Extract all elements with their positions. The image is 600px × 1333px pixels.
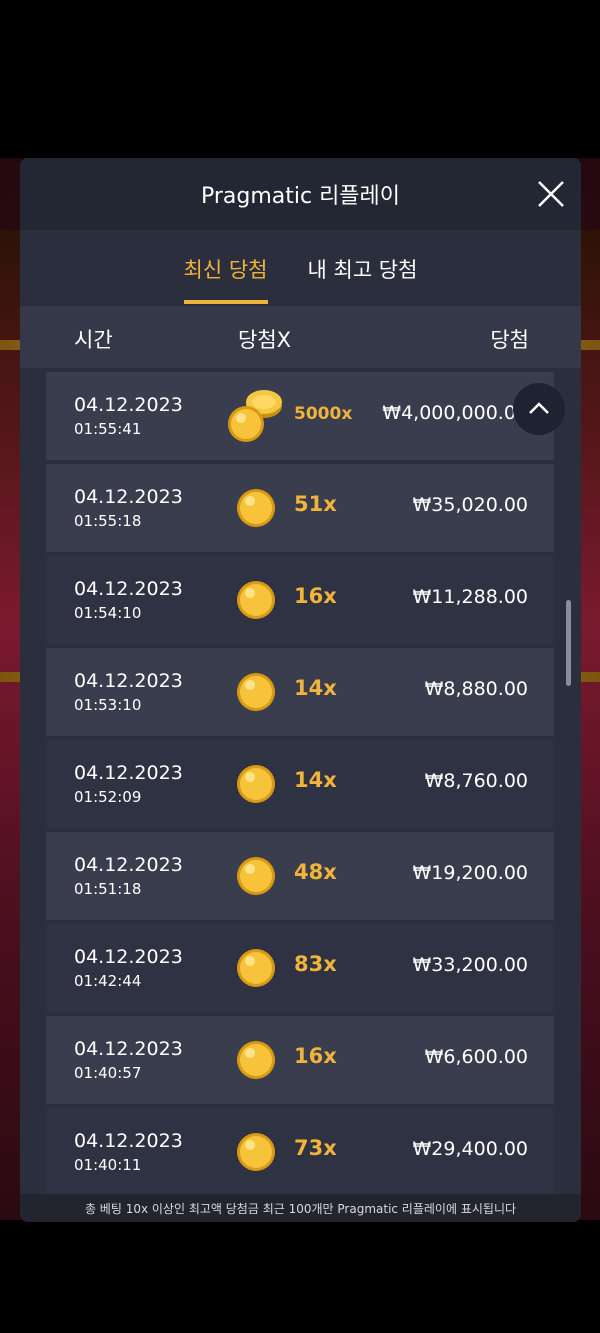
scrollbar-thumb[interactable] [566, 600, 571, 686]
row-multiplier: 14x [294, 768, 337, 792]
row-multiplier: 73x [294, 1136, 337, 1160]
row-multiplier: 51x [294, 492, 337, 516]
list-item[interactable]: 04.12.2023 01:52:09 14x ₩8,760.00 [46, 740, 554, 828]
column-time: 시간 [74, 328, 113, 352]
coin-icon [237, 765, 275, 803]
game-reel-left [0, 230, 22, 1220]
screen-bottom-black [0, 1220, 600, 1333]
list-item[interactable]: 04.12.2023 01:40:57 16x ₩6,600.00 [46, 1016, 554, 1104]
tab-my-best-wins[interactable]: 내 최고 당첨 [308, 230, 418, 306]
row-time: 01:55:18 [74, 512, 142, 530]
row-time: 01:40:11 [74, 1156, 142, 1174]
modal-header: Pragmatic 리플레이 [20, 158, 581, 230]
row-amount: ₩6,600.00 [424, 1046, 528, 1068]
replay-modal: Pragmatic 리플레이 최신 당첨 내 최고 당첨 시간 당첨X 당첨 0… [20, 158, 581, 1222]
row-date: 04.12.2023 [74, 578, 183, 600]
coin-icon [237, 857, 275, 895]
row-multiplier: 48x [294, 860, 337, 884]
row-amount: ₩4,000,000.00 [382, 402, 528, 424]
row-date: 04.12.2023 [74, 394, 183, 416]
coin-icon [237, 1133, 275, 1171]
list-item[interactable]: 04.12.2023 01:42:44 83x ₩33,200.00 [46, 924, 554, 1012]
coin-icon [237, 489, 275, 527]
coin-stack-icon [228, 390, 282, 442]
row-time: 01:42:44 [74, 972, 142, 990]
row-amount: ₩33,200.00 [412, 954, 528, 976]
row-date: 04.12.2023 [74, 854, 183, 876]
row-amount: ₩19,200.00 [412, 862, 528, 884]
row-date: 04.12.2023 [74, 670, 183, 692]
row-date: 04.12.2023 [74, 1130, 183, 1152]
footer-note: 총 베팅 10x 이상인 최고액 당첨금 최근 100개만 Pragmatic … [20, 1194, 581, 1222]
row-multiplier: 16x [294, 1044, 337, 1068]
tab-latest-wins[interactable]: 최신 당첨 [183, 230, 268, 306]
row-date: 04.12.2023 [74, 1038, 183, 1060]
coin-icon [237, 949, 275, 987]
row-multiplier: 16x [294, 584, 337, 608]
close-icon [538, 181, 564, 207]
chevron-up-icon [529, 402, 549, 414]
row-date: 04.12.2023 [74, 762, 183, 784]
list-item[interactable]: 04.12.2023 01:53:10 14x ₩8,880.00 [46, 648, 554, 736]
row-time: 01:52:09 [74, 788, 142, 806]
row-amount: ₩8,880.00 [424, 678, 528, 700]
row-time: 01:40:57 [74, 1064, 142, 1082]
list-item[interactable]: 04.12.2023 01:51:18 48x ₩19,200.00 [46, 832, 554, 920]
row-time: 01:51:18 [74, 880, 142, 898]
row-time: 01:53:10 [74, 696, 142, 714]
coin-icon [237, 673, 275, 711]
column-header: 시간 당첨X 당첨 [20, 306, 581, 368]
column-multiplier: 당첨X [238, 328, 292, 352]
row-time: 01:54:10 [74, 604, 142, 622]
scroll-to-top-button[interactable] [513, 383, 565, 435]
list-item[interactable]: 04.12.2023 01:55:41 5000x ₩4,000,000.00 [46, 372, 554, 460]
row-date: 04.12.2023 [74, 486, 183, 508]
row-amount: ₩8,760.00 [424, 770, 528, 792]
wins-list: 04.12.2023 01:55:41 5000x ₩4,000,000.00 … [20, 368, 581, 1194]
row-amount: ₩11,288.00 [412, 586, 528, 608]
list-item[interactable]: 04.12.2023 01:40:11 73x ₩29,400.00 [46, 1108, 554, 1194]
row-time: 01:55:41 [74, 420, 142, 438]
row-amount: ₩29,400.00 [412, 1138, 528, 1160]
coin-icon [237, 581, 275, 619]
coin-icon [237, 1041, 275, 1079]
list-item[interactable]: 04.12.2023 01:54:10 16x ₩11,288.00 [46, 556, 554, 644]
column-win: 당첨 [490, 328, 529, 352]
game-reel-right [578, 230, 600, 1220]
close-button[interactable] [533, 176, 569, 212]
tab-bar: 최신 당첨 내 최고 당첨 [20, 230, 581, 306]
row-multiplier: 83x [294, 952, 337, 976]
row-multiplier: 14x [294, 676, 337, 700]
modal-title: Pragmatic 리플레이 [200, 184, 401, 209]
row-date: 04.12.2023 [74, 946, 183, 968]
row-amount: ₩35,020.00 [412, 494, 528, 516]
row-multiplier: 5000x [294, 404, 353, 424]
list-item[interactable]: 04.12.2023 01:55:18 51x ₩35,020.00 [46, 464, 554, 552]
